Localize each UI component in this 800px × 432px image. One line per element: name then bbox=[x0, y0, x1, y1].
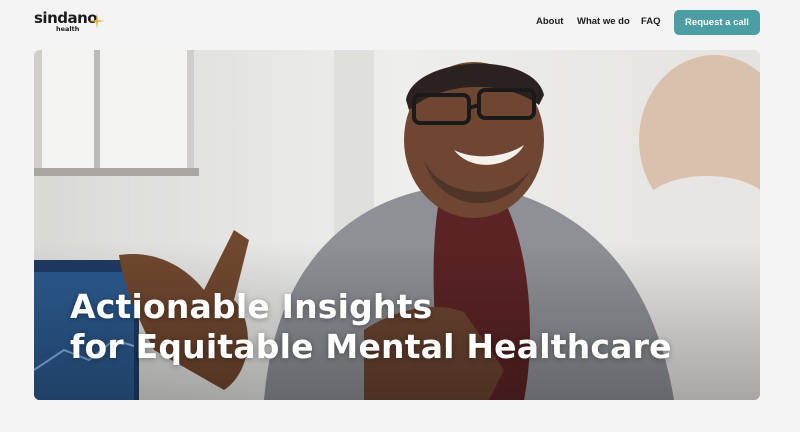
hero-title: Actionable Insights for Equitable Mental… bbox=[70, 287, 672, 367]
nav-link-what-we-do[interactable]: What we do bbox=[577, 16, 630, 27]
hero-banner: Actionable Insights for Equitable Mental… bbox=[34, 50, 760, 400]
site-header: sindano health About What we do FAQ Requ… bbox=[0, 0, 800, 46]
hero-title-line-1: Actionable Insights bbox=[70, 287, 433, 326]
sindano-health-logo[interactable]: sindano health bbox=[34, 9, 105, 37]
request-call-button[interactable]: Request a call bbox=[674, 10, 760, 35]
sparkle-icon bbox=[89, 13, 105, 29]
hero-title-line-2: for Equitable Mental Healthcare bbox=[70, 327, 672, 366]
logo-subtitle: health bbox=[56, 25, 80, 33]
nav-link-about[interactable]: About bbox=[536, 16, 563, 27]
nav-link-faq[interactable]: FAQ bbox=[641, 16, 661, 27]
